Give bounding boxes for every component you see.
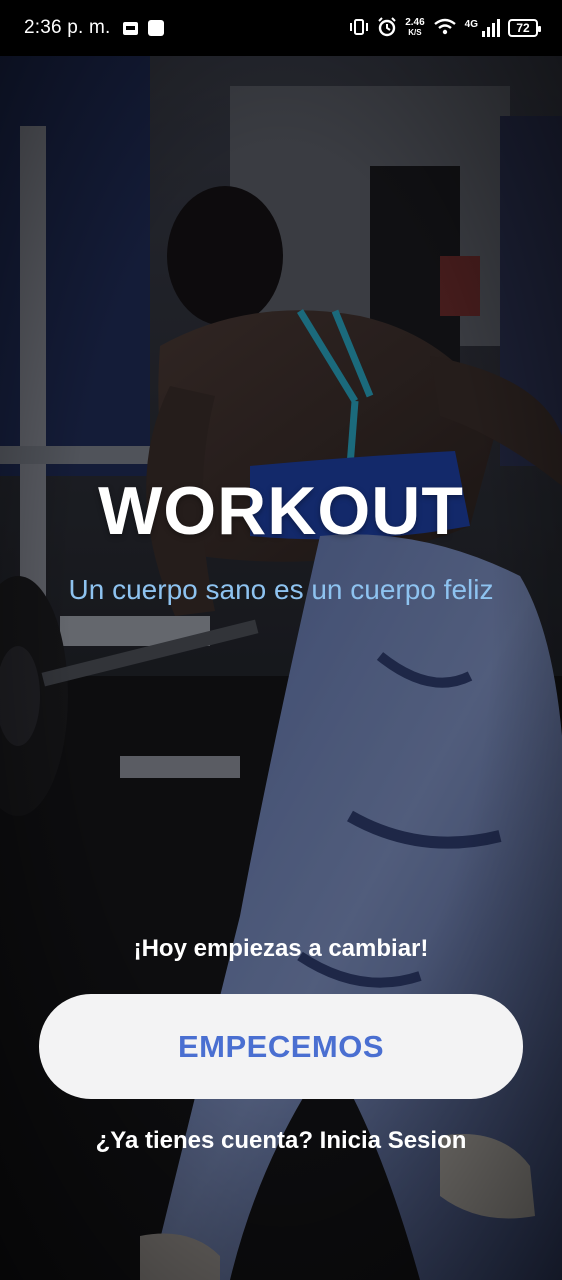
battery-icon: 72 [508,19,541,37]
status-bar: 2:36 p. m. 2.46 K/S 4G 72 [0,0,562,56]
vibrate-icon [349,18,369,39]
battery-level: 72 [516,21,530,35]
start-button[interactable]: EMPECEMOS [39,994,523,1099]
speed-unit: K/S [408,28,422,37]
network-speed: 2.46 K/S [405,18,424,38]
network-type: 4G [464,19,478,30]
tagline: ¡Hoy empiezas a cambiar! [133,935,429,962]
notification-icon [122,21,138,35]
speed-value: 2.46 [405,17,425,28]
app-icon [147,20,164,36]
login-link[interactable]: ¿Ya tienes cuenta? Inicia Sesion [0,1127,562,1155]
welcome-screen: 2:36 p. m. 2.46 K/S 4G 72 WORKOUT Un cue… [0,0,562,1280]
status-time: 2:36 p. m. [24,17,111,38]
notification-icons [122,20,164,36]
app-title: WORKOUT [98,473,464,549]
alarm-icon [377,16,397,40]
wifi-icon [433,18,457,39]
status-icons: 2.46 K/S 4G 72 [349,16,541,40]
signal-icon: 4G [465,19,500,37]
app-subtitle: Un cuerpo sano es un cuerpo feliz [68,574,494,605]
